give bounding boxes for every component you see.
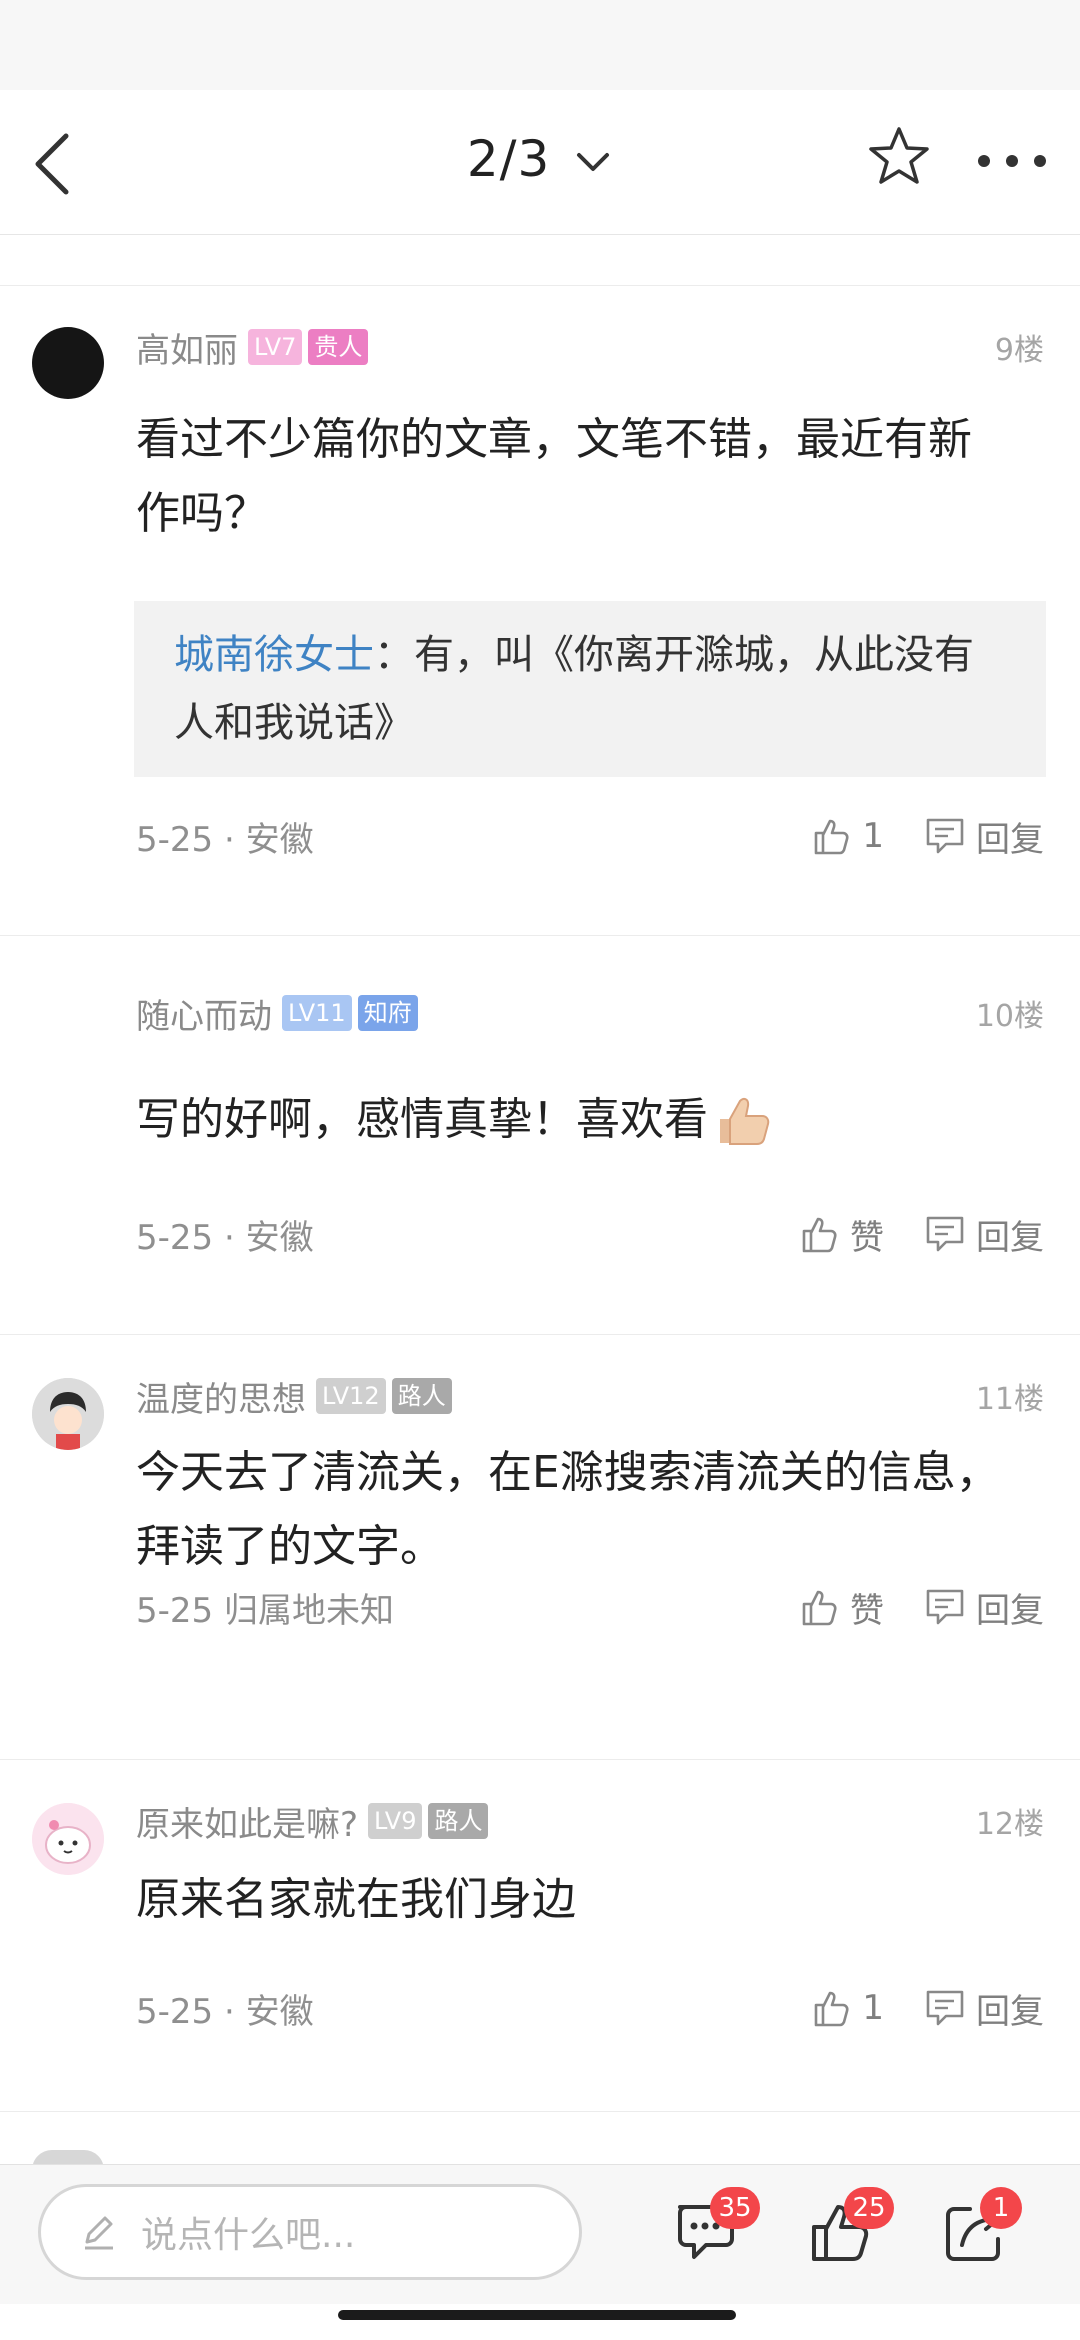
like-button[interactable]: 1	[810, 815, 884, 857]
username[interactable]: 随心而动	[136, 989, 272, 1038]
level-badge: LV9	[368, 1803, 423, 1839]
like-count: 1	[862, 1988, 884, 2028]
rank-badge: 路人	[428, 1803, 489, 1839]
comment-item: 随心而动 LV11 知府 10楼 写的好啊，感情真挚！喜欢看 5-25 · 安徽…	[0, 937, 1080, 1335]
floor-number: 11楼	[975, 1382, 1044, 1417]
nav-bar: 2/3	[0, 90, 1080, 235]
pencil-icon	[85, 2216, 113, 2250]
comment-bubble-icon	[926, 1589, 964, 1625]
star-icon[interactable]	[866, 124, 932, 190]
reply-author[interactable]: 城南徐女士	[174, 632, 374, 678]
comment-item: 温度的思想 LV12 路人 11楼 今天去了清流关，在E滁搜索清流关的信息，拜读…	[0, 1336, 1080, 1760]
comment-date-location: 5-25 · 安徽	[136, 1217, 314, 1258]
share-count-badge: 1	[980, 2187, 1022, 2229]
reply-separator: ：	[374, 632, 414, 678]
comment-text: 写的好啊，感情真挚！喜欢看	[136, 1094, 708, 1145]
avatar[interactable]	[32, 1803, 104, 1875]
more-dots-icon[interactable]	[976, 146, 1048, 176]
username[interactable]: 原来如此是嘛?	[136, 1797, 358, 1846]
comment-count-badge: 35	[710, 2187, 760, 2229]
comment-input[interactable]: 说点什么吧...	[38, 2184, 582, 2280]
comment-bubble-icon	[926, 1216, 964, 1252]
username[interactable]: 高如丽	[136, 323, 238, 372]
level-badge: LV11	[282, 995, 352, 1031]
reply-button[interactable]: 回复	[924, 1984, 1044, 2033]
reply-button[interactable]: 回复	[924, 1583, 1044, 1632]
comment-date-location: 5-25 归属地未知	[136, 1590, 394, 1631]
avatar[interactable]	[32, 327, 104, 399]
status-bar	[0, 0, 1080, 90]
share-button[interactable]: 1	[940, 2187, 1022, 2267]
floor-number: 9楼	[994, 333, 1044, 368]
comment-text: 看过不少篇你的文章，文笔不错，最近有新作吗？	[136, 414, 972, 539]
like-button[interactable]: 25	[806, 2187, 894, 2267]
reply-quote[interactable]: 城南徐女士：有，叫《你离开滁城，从此没有人和我说话》	[134, 601, 1046, 777]
comment-text: 原来名家就在我们身边	[136, 1874, 576, 1925]
thumbs-up-icon	[802, 1217, 837, 1253]
comment-item: 高如丽 LV7 贵人 9楼 看过不少篇你的文章，文笔不错，最近有新作吗？ 城南徐…	[0, 287, 1080, 936]
reply-label: 回复	[976, 1991, 1044, 2032]
home-indicator	[338, 2310, 736, 2320]
like-button[interactable]: 1	[810, 1987, 884, 2029]
avatar[interactable]	[32, 1378, 104, 1450]
reply-label: 回复	[976, 819, 1044, 860]
comment-date-location: 5-25 · 安徽	[136, 1991, 314, 2032]
level-badge: LV7	[248, 329, 303, 365]
like-label: 赞	[850, 1590, 884, 1631]
floor-number: 12楼	[975, 1807, 1044, 1842]
like-button[interactable]: 赞	[798, 1583, 884, 1632]
reply-button[interactable]: 回复	[924, 812, 1044, 861]
bottom-action-bar: 说点什么吧... 35 25 1	[0, 2164, 1080, 2304]
comments-button[interactable]: 35	[672, 2187, 760, 2267]
comment-text-row: 写的好啊，感情真挚！喜欢看	[136, 1083, 1010, 1157]
comment-text: 今天去了清流关，在E滁搜索清流关的信息，拜读了的文字。	[136, 1447, 1000, 1572]
like-count-badge: 25	[844, 2187, 894, 2229]
thumbs-up-icon	[815, 819, 849, 855]
comment-bubble-icon	[926, 818, 964, 854]
page-indicator-label: 2/3	[466, 130, 551, 188]
reply-button[interactable]: 回复	[924, 1210, 1044, 1259]
divider	[0, 236, 1080, 286]
like-button[interactable]: 赞	[798, 1210, 884, 1259]
comment-input-placeholder: 说点什么吧...	[141, 2215, 356, 2256]
rank-badge: 路人	[391, 1378, 452, 1414]
username[interactable]: 温度的思想	[136, 1372, 306, 1421]
rank-badge: 知府	[357, 995, 418, 1031]
reply-label: 回复	[976, 1217, 1044, 1258]
reply-label: 回复	[976, 1590, 1044, 1631]
thumbs-up-icon	[815, 1991, 849, 2027]
like-label: 赞	[850, 1217, 884, 1258]
comment-bubble-icon	[926, 1990, 964, 2026]
comment-item: 原来如此是嘛? LV9 路人 12楼 原来名家就在我们身边 5-25 · 安徽 …	[0, 1761, 1080, 2112]
comment-date-location: 5-25 · 安徽	[136, 819, 314, 860]
like-count: 1	[862, 816, 884, 856]
level-badge: LV12	[316, 1378, 386, 1414]
thumbs-up-emoji	[720, 1097, 770, 1145]
thumbs-up-icon	[802, 1590, 837, 1626]
chevron-down-icon	[577, 152, 610, 171]
rank-badge: 贵人	[308, 329, 369, 365]
floor-number: 10楼	[975, 999, 1044, 1034]
